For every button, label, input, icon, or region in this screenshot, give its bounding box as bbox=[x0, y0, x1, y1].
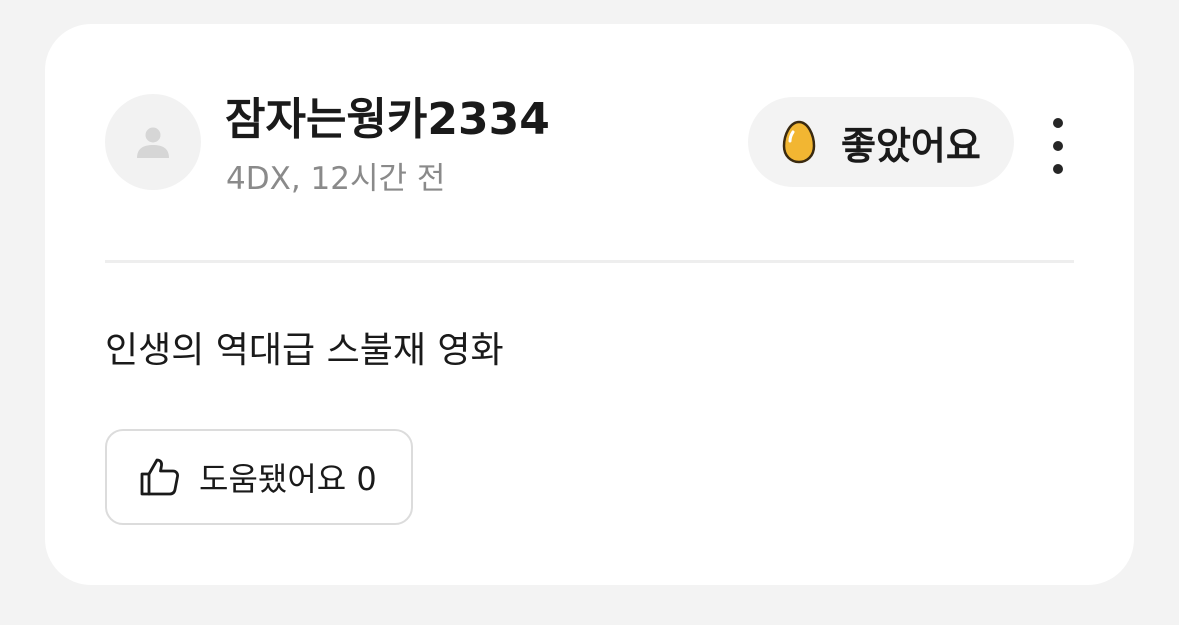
review-card: 잠자는웡카2334 4DX, 12시간 전 좋았어요 인생의 역대급 스불재 영… bbox=[45, 24, 1134, 585]
divider bbox=[105, 260, 1074, 263]
review-text: 인생의 역대급 스불재 영화 bbox=[105, 330, 504, 371]
user-placeholder-icon bbox=[137, 127, 169, 158]
avatar[interactable] bbox=[105, 94, 201, 190]
review-meta: 4DX, 12시간 전 bbox=[226, 161, 446, 197]
more-vertical-icon bbox=[1053, 118, 1063, 128]
more-options-button[interactable] bbox=[1038, 118, 1078, 174]
thumbs-up-icon bbox=[140, 458, 179, 496]
rating-label: 좋았어요 bbox=[841, 123, 981, 168]
helpful-button[interactable]: 도움됐어요 0 bbox=[105, 429, 413, 525]
helpful-label: 도움됐어요 0 bbox=[199, 460, 377, 498]
golden-egg-icon bbox=[782, 120, 816, 164]
username[interactable]: 잠자는웡카2334 bbox=[225, 94, 550, 146]
rating-badge: 좋았어요 bbox=[748, 97, 1014, 187]
